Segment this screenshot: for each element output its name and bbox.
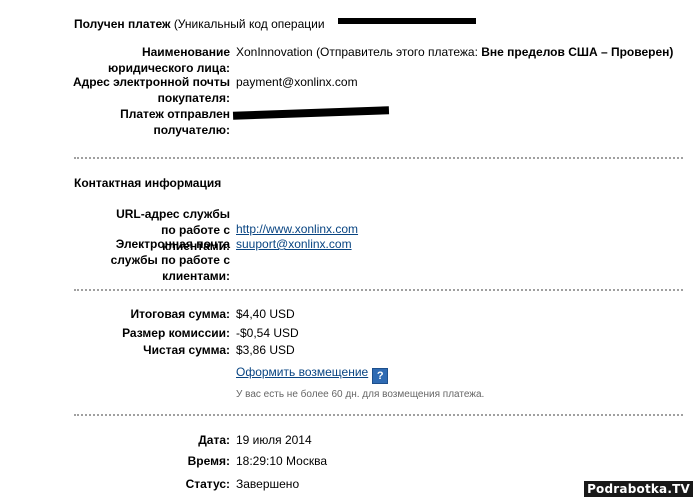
refund-note: У вас есть не более 60 дн. для возмещени… [236,389,485,400]
date-label: Дата: [198,433,230,447]
sent-to-label: Платеж отправлен получателю: [120,107,230,137]
total-amount-label: Итоговая сумма: [130,307,230,321]
help-icon[interactable]: ? [372,368,389,384]
status-label: Статус: [185,477,230,491]
time-value: 18:29:10 Москва [236,454,328,468]
header-title: Получен платеж [74,17,171,31]
status-value: Завершено [236,477,300,491]
support-email-label: Электронная почта службы по работе с кли… [110,237,230,283]
support-url-link[interactable]: http://www.xonlinx.com [236,221,358,237]
separator-3 [74,414,683,416]
separator-1 [74,157,683,159]
entity-sender-text: XonInnovation (Отправитель этого платежа… [236,45,478,59]
operation-code-redaction [338,18,476,24]
sender-status: Вне пределов США – Проверен) [481,45,674,59]
total-amount-value: $4,40 USD [236,307,295,321]
buyer-email-value: payment@xonlinx.com [236,75,358,89]
net-amount-label: Чистая сумма: [143,343,230,357]
fee-value: -$0,54 USD [236,326,299,340]
separator-2 [74,289,683,291]
operation-code-label: (Уникальный код операции [173,17,325,31]
entity-value: XonInnovation (Отправитель этого платежа… [236,44,673,60]
watermark: Podrabotka.TV [584,481,693,497]
refund-row: Оформить возмещение? [236,364,389,384]
buyer-email-label: Адрес электронной почты покупателя: [72,75,230,105]
refund-link[interactable]: Оформить возмещение [236,365,368,379]
contact-heading: Контактная информация [74,175,221,191]
contact-heading-text: Контактная информация [74,176,222,190]
support-email-link[interactable]: suuport@xonlinx.com [236,236,352,252]
net-amount-value: $3,86 USD [236,343,295,357]
time-label: Время: [187,454,230,468]
entity-label: Наименование юридического лица: [108,45,230,75]
fee-label: Размер комиссии: [122,326,230,340]
date-value: 19 июля 2014 [236,433,312,447]
